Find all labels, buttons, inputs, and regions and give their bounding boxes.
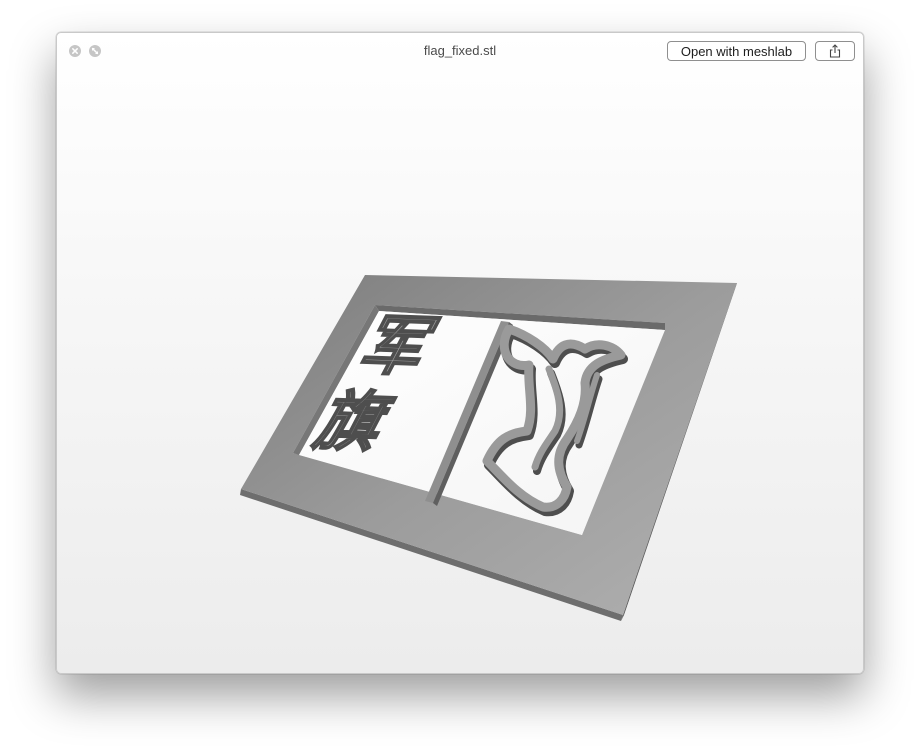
model-viewport[interactable]: 军 旗 [57,69,863,673]
close-button[interactable] [69,45,81,57]
title-bar: flag_fixed.stl Open with meshlab [57,33,863,69]
share-button[interactable] [815,41,855,61]
quicklook-window: flag_fixed.stl Open with meshlab 军 旗 [56,32,864,674]
fullscreen-button[interactable] [89,45,101,57]
stl-model-render[interactable]: 军 旗 [57,69,863,673]
close-icon [72,48,78,54]
open-with-meshlab-button[interactable]: Open with meshlab [667,41,806,61]
share-icon [829,44,841,58]
fullscreen-icon [91,47,99,55]
